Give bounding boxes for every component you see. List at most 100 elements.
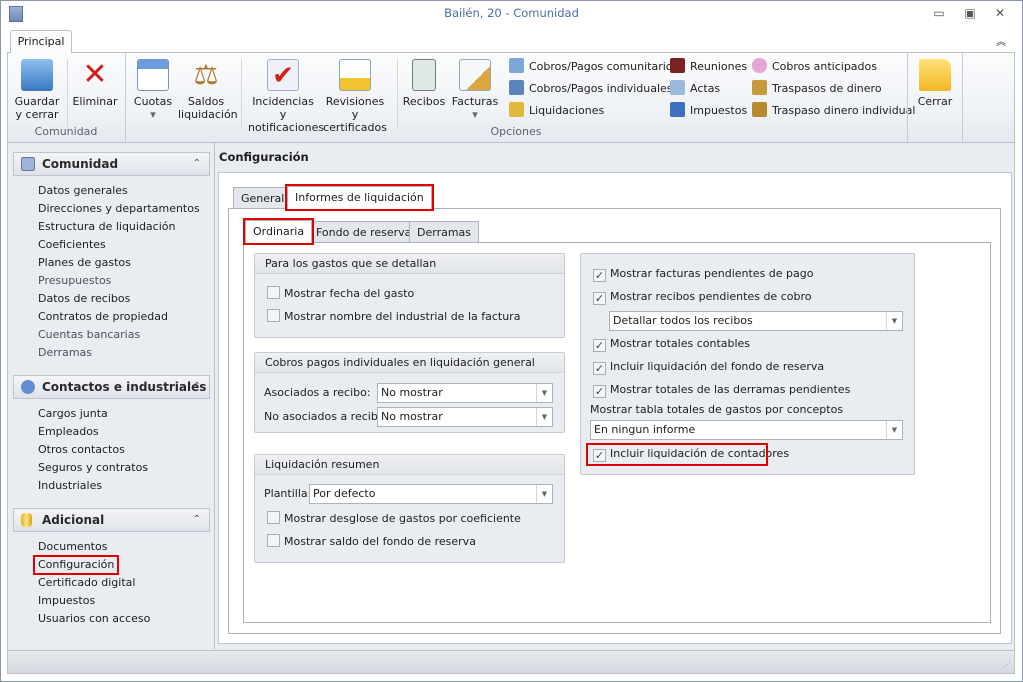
mostrar-fecha-gasto-checkbox[interactable]: Mostrar fecha del gasto: [267, 285, 414, 303]
tab-informes-liquidacion[interactable]: Informes de liquidación: [285, 184, 434, 211]
tab-general[interactable]: General: [233, 187, 293, 209]
page-title: Configuración: [219, 150, 309, 164]
resize-grip-icon[interactable]: ⋰: [1003, 660, 1011, 669]
group-label-comunidad: Comunidad: [34, 125, 98, 138]
tabla-totales-combo[interactable]: En ningun informe ▼: [590, 420, 903, 440]
restore-button[interactable]: ▣: [960, 6, 980, 22]
cylinder-icon: [21, 513, 32, 527]
plantilla-label: Plantilla:: [264, 487, 312, 500]
sidebar-item-industriales[interactable]: Industriales: [38, 478, 102, 494]
revisiones-button[interactable]: Revisiones y certificados: [322, 59, 388, 134]
liquidaciones-button[interactable]: Liquidaciones: [509, 102, 604, 120]
facturas-pendientes-checkbox[interactable]: ✓ Mostrar facturas pendientes de pago: [593, 265, 813, 283]
recibos-pendientes-checkbox[interactable]: ✓ Mostrar recibos pendientes de cobro: [593, 288, 811, 306]
chevron-up-icon: ⌃: [192, 158, 201, 169]
sidebar-item-usuarios[interactable]: Usuarios con acceso: [38, 611, 150, 627]
saldo-fondo-reserva-checkbox[interactable]: Mostrar saldo del fondo de reserva: [267, 533, 476, 551]
sidebar-item-coeficientes[interactable]: Coeficientes: [38, 237, 106, 253]
cobros-pagos-individuales-button[interactable]: Cobros/Pagos individuales: [509, 80, 673, 98]
sidebar-item-direcciones[interactable]: Direcciones y departamentos: [38, 201, 200, 217]
reuniones-button[interactable]: Reuniones: [670, 58, 747, 76]
receipt-icon: [412, 59, 436, 91]
subtab-fondo-reserva[interactable]: Fondo de reserva: [308, 221, 420, 243]
sidebar-item-otros-contactos[interactable]: Otros contactos: [38, 442, 125, 458]
scales-icon: ⚖: [193, 58, 219, 91]
actas-button[interactable]: Actas: [670, 80, 720, 98]
sidebar-item-derramas[interactable]: Derramas: [38, 345, 92, 361]
guardar-button[interactable]: Guardar y cerrar: [14, 59, 60, 121]
saldos-button[interactable]: ⚖ Saldos liquidación: [178, 58, 238, 122]
chevron-up-icon: ⌃: [192, 381, 201, 392]
sidebar-item-cargos-junta[interactable]: Cargos junta: [38, 406, 108, 422]
dropdown-arrow-icon: ▼: [536, 408, 552, 426]
close-button[interactable]: ✕: [990, 6, 1010, 22]
cerrar-button[interactable]: Cerrar: [912, 59, 958, 108]
dropdown-arrow-icon: ▼: [886, 421, 902, 439]
dropdown-arrow-icon: ▼: [886, 312, 902, 330]
cobros-pagos-comunitarios-button[interactable]: Cobros/Pagos comunitarios: [509, 58, 678, 76]
status-bar: [7, 650, 1015, 674]
group-label-opciones: Opciones: [490, 125, 542, 138]
sidebar-item-presupuestos[interactable]: Presupuestos: [38, 273, 111, 289]
derramas-pendientes-checkbox[interactable]: ✓ Mostrar totales de las derramas pendien…: [593, 381, 850, 399]
document-ribbon-icon: [670, 80, 685, 95]
sidebar-item-configuracion[interactable]: Configuración: [32, 555, 120, 575]
collapse-ribbon-button[interactable]: ︽: [996, 33, 1006, 48]
subtab-ordinaria[interactable]: Ordinaria: [242, 218, 315, 245]
impuestos-button[interactable]: Impuestos: [670, 102, 747, 120]
traspaso-dinero-individual-button[interactable]: Traspaso dinero individual: [752, 102, 915, 120]
ribbon: Guardar y cerrar ✕ Eliminar Comunidad Cuo…: [7, 52, 1015, 143]
desglose-coeficiente-checkbox[interactable]: Mostrar desglose de gastos por coeficien…: [267, 510, 521, 528]
delete-icon: ✕: [82, 57, 108, 92]
fondo-reserva-checkbox[interactable]: ✓ Incluir liquidación del fondo de reserv…: [593, 358, 824, 376]
cobros-anticipados-button[interactable]: Cobros anticipados: [752, 58, 877, 76]
sidebar-item-estructura[interactable]: Estructura de liquidación: [38, 219, 175, 235]
recibos-button[interactable]: Recibos: [402, 59, 446, 108]
cuotas-button[interactable]: Cuotas ▾: [132, 59, 174, 121]
sidebar-header-comunidad[interactable]: Comunidad ⌃: [13, 152, 210, 176]
traspasos-dinero-button[interactable]: Traspasos de dinero: [752, 80, 882, 98]
sidebar-header-adicional[interactable]: Adicional ⌃: [13, 508, 210, 532]
sidebar-item-planes-gastos[interactable]: Planes de gastos: [38, 255, 131, 271]
calculator-person-icon: [509, 80, 524, 95]
sidebar-item-impuestos[interactable]: Impuestos: [38, 593, 95, 609]
sidebar-item-seguros[interactable]: Seguros y contratos: [38, 460, 148, 476]
asociados-combo[interactable]: No mostrar ▼: [377, 383, 553, 403]
minimize-button[interactable]: ▭: [929, 6, 949, 22]
sidebar-item-datos-generales[interactable]: Datos generales: [38, 183, 128, 199]
transfer-icon: [752, 80, 767, 95]
asociados-label: Asociados a recibo:: [264, 386, 371, 399]
contacts-icon: [21, 380, 35, 394]
no-asociados-label: No asociados a recibo:: [264, 410, 389, 423]
sidebar-header-contactos[interactable]: Contactos e industriales ⌃: [13, 375, 210, 399]
sidebar-item-empleados[interactable]: Empleados: [38, 424, 99, 440]
dropdown-arrow-icon: ▼: [536, 384, 552, 402]
sidebar-item-certificado[interactable]: Certificado digital: [38, 575, 135, 591]
sidebar-item-datos-recibos[interactable]: Datos de recibos: [38, 291, 130, 307]
tab-principal[interactable]: Principal: [10, 30, 72, 53]
notebook-bell-icon: [339, 59, 371, 91]
tax-icon: [670, 102, 685, 117]
liquidacion-contadores-checkbox[interactable]: ✓ Incluir liquidación de contadores: [586, 443, 789, 466]
liquidation-icon: [509, 102, 524, 117]
calendar-coins-icon: [137, 59, 169, 91]
sidebar-item-cuentas[interactable]: Cuentas bancarias: [38, 327, 140, 343]
incidencias-button[interactable]: ✔ Incidencias y notificaciones: [248, 59, 324, 134]
plantilla-combo[interactable]: Por defecto ▼: [309, 484, 553, 504]
totales-contables-checkbox[interactable]: ✓ Mostrar totales contables: [593, 335, 750, 353]
no-asociados-combo[interactable]: No mostrar ▼: [377, 407, 553, 427]
tabla-totales-label: Mostrar tabla totales de gastos por conc…: [590, 403, 844, 416]
chevron-up-icon: ⌃: [192, 514, 201, 525]
recibos-detalle-combo[interactable]: Detallar todos los recibos ▼: [609, 311, 903, 331]
eliminar-button[interactable]: ✕ Eliminar: [72, 57, 118, 109]
building-icon: [21, 157, 35, 171]
mostrar-nombre-industrial-checkbox[interactable]: Mostrar nombre del industrial de la fact…: [267, 308, 520, 326]
sidebar-item-contratos[interactable]: Contratos de propiedad: [38, 309, 168, 325]
dropdown-arrow-icon: ▼: [536, 485, 552, 503]
clipboard-check-icon: ✔: [267, 59, 299, 91]
facturas-button[interactable]: Facturas ▾: [450, 59, 500, 121]
sidebar-item-documentos[interactable]: Documentos: [38, 539, 107, 555]
subtab-derramas[interactable]: Derramas: [409, 221, 480, 243]
save-icon: [21, 59, 53, 91]
people-icon: [670, 58, 685, 73]
